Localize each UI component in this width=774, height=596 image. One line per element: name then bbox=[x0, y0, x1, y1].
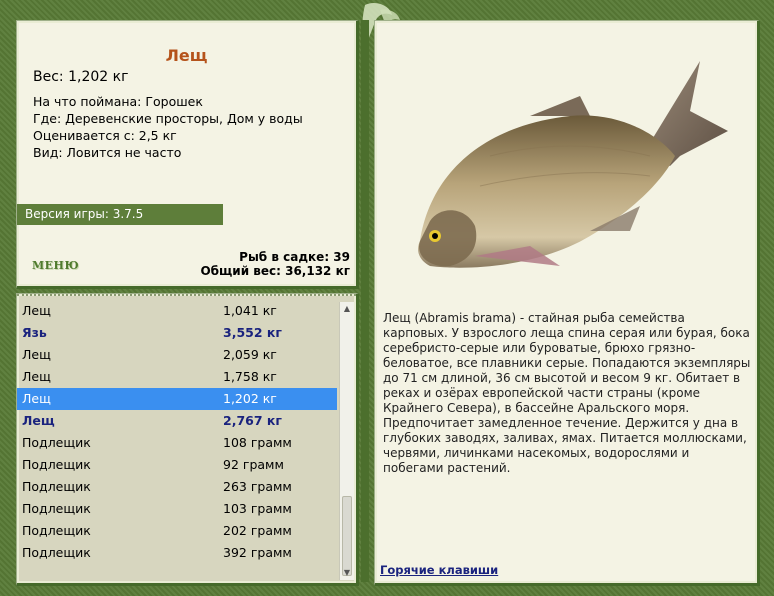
list-item[interactable]: Лещ 1,202 кг bbox=[17, 388, 337, 410]
list-item[interactable]: Язь 3,552 кг bbox=[17, 322, 337, 344]
catch-name: Подлещик bbox=[22, 523, 91, 538]
catch-weight: 1,041 кг bbox=[223, 303, 277, 318]
catch-name: Лещ bbox=[22, 303, 51, 318]
list-item[interactable]: Подлещик 202 грамм bbox=[17, 520, 337, 542]
catch-name: Подлещик bbox=[22, 479, 91, 494]
list-item[interactable]: Лещ 2,767 кг bbox=[17, 410, 337, 432]
valued: Оценивается с: 2,5 кг bbox=[33, 128, 177, 143]
catch-weight: 1,202 кг bbox=[223, 391, 277, 406]
catch-weight: 108 грамм bbox=[223, 435, 292, 450]
catch-weight: 103 грамм bbox=[223, 501, 292, 516]
list-item[interactable]: Подлещик 103 грамм bbox=[17, 498, 337, 520]
scroll-thumb[interactable] bbox=[342, 496, 352, 576]
catch-name: Подлещик bbox=[22, 457, 91, 472]
list-item[interactable]: Лещ 1,758 кг bbox=[17, 366, 337, 388]
list-divider bbox=[17, 294, 356, 296]
fish-weight: Вес: 1,202 кг bbox=[33, 69, 129, 85]
hotkeys-link[interactable]: Горячие клавиши bbox=[380, 563, 498, 577]
list-item[interactable]: Подлещик 108 грамм bbox=[17, 432, 337, 454]
fish-description-panel: Лещ (Abramis brama) - стайная рыба семей… bbox=[374, 20, 760, 586]
total-weight: Общий вес: 36,132 кг bbox=[200, 264, 350, 278]
menu-button[interactable]: МЕНЮ bbox=[32, 259, 79, 272]
version-bar: Версия игры: 3.7.5 bbox=[17, 204, 223, 225]
catch-name: Подлещик bbox=[22, 545, 91, 560]
catch-weight: 392 грамм bbox=[223, 545, 292, 560]
catch-name: Подлещик bbox=[22, 501, 91, 516]
catch-name: Лещ bbox=[22, 347, 51, 362]
list-item[interactable]: Лещ 1,041 кг bbox=[17, 300, 337, 322]
fish-title: Лещ bbox=[165, 46, 208, 65]
catch-name: Лещ bbox=[22, 369, 51, 384]
catch-name: Лещ bbox=[22, 413, 55, 428]
fish-count: Рыб в садке: 39 bbox=[239, 250, 350, 264]
scroll-up-icon[interactable]: ▲ bbox=[340, 302, 354, 316]
list-scrollbar[interactable]: ▲ ▼ bbox=[339, 302, 354, 580]
catch-name: Подлещик bbox=[22, 435, 91, 450]
catch-list: Лещ 1,041 кг Язь 3,552 кг Лещ 2,059 кг Лещ 1,75… bbox=[17, 300, 337, 564]
catch-weight: 1,758 кг bbox=[223, 369, 277, 384]
fish-description: Лещ (Abramis brama) - стайная рыба семей… bbox=[383, 311, 751, 475]
list-item[interactable]: Лещ 2,059 кг bbox=[17, 344, 337, 366]
catch-weight: 92 грамм bbox=[223, 457, 284, 472]
catch-list-panel: Лещ 1,041 кг Язь 3,552 кг Лещ 2,059 кг Лещ 1,75… bbox=[16, 293, 359, 586]
catch-weight: 263 грамм bbox=[223, 479, 292, 494]
catch-name: Язь bbox=[22, 325, 47, 340]
catch-weight: 2,767 кг bbox=[223, 413, 282, 428]
fish-info-panel: Лещ Вес: 1,202 кг На что поймана: Гороше… bbox=[16, 20, 359, 289]
scroll-down-icon[interactable]: ▼ bbox=[340, 566, 354, 580]
list-item[interactable]: Подлещик 92 грамм bbox=[17, 454, 337, 476]
catch-weight: 2,059 кг bbox=[223, 347, 277, 362]
catch-stats: Рыб в садке: 39 Общий вес: 36,132 кг bbox=[200, 250, 350, 278]
location: Где: Деревенские просторы, Дом у воды bbox=[33, 111, 303, 126]
fish-type: Вид: Ловится не часто bbox=[33, 145, 182, 160]
catch-weight: 202 грамм bbox=[223, 523, 292, 538]
catch-name: Лещ bbox=[22, 391, 51, 406]
list-item[interactable]: Подлещик 263 грамм bbox=[17, 476, 337, 498]
caught-on: На что поймана: Горошек bbox=[33, 94, 203, 109]
panel-divider bbox=[361, 20, 369, 582]
bream-fish-image bbox=[418, 61, 728, 268]
catch-weight: 3,552 кг bbox=[223, 325, 282, 340]
fish-details: На что поймана: Горошек Где: Деревенские… bbox=[33, 93, 303, 161]
list-item[interactable]: Подлещик 392 грамм bbox=[17, 542, 337, 564]
